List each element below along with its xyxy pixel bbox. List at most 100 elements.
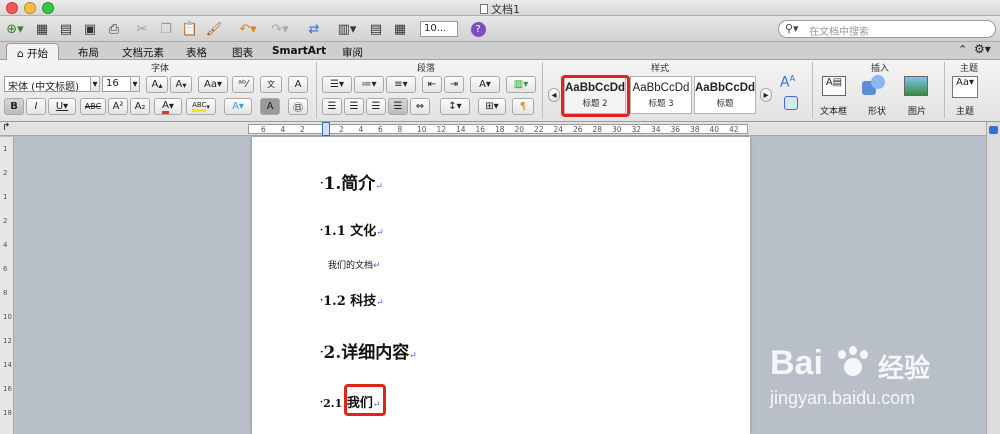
vertical-ruler[interactable]: 1 2 1 2 4 6 8 10 12 14 16 18 <box>0 137 14 434</box>
ruler-tick-label: 38 <box>690 125 700 134</box>
enclose-characters-button[interactable]: ㊐ <box>288 98 308 115</box>
tab-layout[interactable]: 布局 <box>68 43 109 60</box>
tab-home[interactable]: ⌂ 开始 <box>6 43 60 60</box>
italic-button[interactable]: I <box>26 98 46 115</box>
collapse-ribbon-icon[interactable]: ⌃ <box>958 43 967 56</box>
heading-2-culture[interactable]: ·1.1 文化↵ <box>320 220 384 239</box>
clear-formatting-button[interactable]: ᵃᵇ⁄ <box>232 76 254 93</box>
borders-button[interactable]: ⊞▾ <box>478 98 506 115</box>
vruler-tick-label: 12 <box>3 337 12 345</box>
style-title[interactable]: AaBbCcDd 标题 <box>694 76 756 114</box>
manage-styles-icon[interactable] <box>784 96 798 110</box>
text-direction-button[interactable]: A▾ <box>470 76 500 93</box>
increase-indent-button[interactable]: ⇥ <box>444 76 464 93</box>
help-icon[interactable]: ? <box>468 19 488 39</box>
change-case-button[interactable]: Aa▾ <box>198 76 228 93</box>
vruler-tick-label: 8 <box>3 289 8 297</box>
align-left-button[interactable]: ☰ <box>322 98 342 115</box>
font-name-dropdown-icon[interactable]: ▾ <box>90 76 100 92</box>
font-size-select[interactable]: 16 <box>102 76 132 92</box>
numbering-button[interactable]: ≔▾ <box>354 76 384 93</box>
align-right-button[interactable]: ☰ <box>366 98 386 115</box>
ruler-tick-label: 32 <box>631 125 642 134</box>
document-page[interactable]: ·1.简介↵ ·1.1 文化↵ 我们的文档↵ ·1.2 科技↵ ·2.详细内容↵… <box>252 137 750 434</box>
text-effects-button[interactable]: A▾ <box>224 98 252 115</box>
vruler-tick-label: 6 <box>3 265 8 273</box>
paste-icon[interactable]: 📋 <box>180 19 200 39</box>
vruler-tick-label: 2 <box>3 169 8 177</box>
superscript-button[interactable]: A² <box>108 98 128 115</box>
font-size-dropdown-icon[interactable]: ▾ <box>130 76 140 92</box>
print-icon[interactable]: ⎙ <box>104 19 124 39</box>
tab-tables[interactable]: 表格 <box>176 43 217 60</box>
zoom-select[interactable]: 10... <box>420 21 458 37</box>
highlight-button[interactable]: ABC ▾ <box>186 98 216 115</box>
cut-icon[interactable]: ✂ <box>132 19 152 39</box>
align-center-button[interactable]: ☰ <box>344 98 364 115</box>
search-input[interactable]: 在文档中搜索 <box>809 23 869 38</box>
columns-button[interactable]: ▥▾ <box>506 76 536 93</box>
tab-stop-icon[interactable]: ↱ <box>2 122 10 133</box>
toolbox-icon[interactable]: ▤ <box>366 19 386 39</box>
shapes-icon[interactable] <box>862 75 886 97</box>
search-field[interactable]: ⚲▾ 在文档中搜索 <box>778 20 996 38</box>
phonetic-guide-button[interactable]: 文 <box>260 76 282 93</box>
grow-font-button[interactable]: A ▴ <box>146 76 168 93</box>
tab-review[interactable]: 审阅 <box>332 43 373 60</box>
sidebar-icon[interactable]: ▥▾ <box>334 19 360 39</box>
ruler-tick-label: 18 <box>495 125 505 134</box>
textbox-icon[interactable]: A▤ <box>822 76 846 96</box>
styles-scroll-left-icon[interactable]: ◂ <box>548 88 560 102</box>
theme-icon[interactable]: Aa▾ <box>952 76 978 98</box>
font-color-button[interactable]: A ▾ <box>154 98 182 115</box>
heading-1-details[interactable]: ·2.详细内容↵ <box>320 338 417 363</box>
picture-label[interactable]: 图片 <box>908 104 926 117</box>
distributed-button[interactable]: ⇔ <box>410 98 430 115</box>
shrink-font-button[interactable]: A ▾ <box>170 76 192 93</box>
heading-1-intro[interactable]: ·1.简介↵ <box>320 169 383 194</box>
styles-pane-icon[interactable]: AA <box>780 74 795 91</box>
bullets-button[interactable]: ☰▾ <box>322 76 352 93</box>
show-hide-marks-button[interactable]: ¶ <box>512 98 534 115</box>
multilevel-list-button[interactable]: ≡▾ <box>386 76 416 93</box>
font-name-select[interactable]: 宋体 (中文标题) <box>4 76 98 92</box>
body-text[interactable]: 我们的文档↵ <box>328 258 381 271</box>
character-shading-button[interactable]: A <box>260 98 280 115</box>
watermark-brand: Bai <box>770 344 823 382</box>
theme-label[interactable]: 主题 <box>956 104 974 117</box>
show-formatting-icon[interactable]: ⇄ <box>304 19 324 39</box>
new-document-icon[interactable]: ⊕▾ <box>2 19 28 39</box>
styles-scroll-right-icon[interactable]: ▸ <box>760 88 772 102</box>
style-heading-3[interactable]: AaBbCcDd 标题 3 <box>630 76 692 114</box>
gallery-icon[interactable]: ▦ <box>32 19 52 39</box>
bold-button[interactable]: B <box>4 98 24 115</box>
textbox-label[interactable]: 文本框 <box>820 104 847 117</box>
search-icon: ⚲▾ <box>785 22 799 35</box>
picture-icon[interactable] <box>904 76 928 96</box>
tab-smartart[interactable]: SmartArt <box>262 43 336 60</box>
line-spacing-button[interactable]: ↕▾ <box>440 98 470 115</box>
tab-charts[interactable]: 图表 <box>222 43 263 60</box>
title-bar: 文档1 <box>0 0 1000 16</box>
tab-document-elements[interactable]: 文档元素 <box>112 43 174 60</box>
scrollbar-thumb[interactable] <box>989 126 998 134</box>
subscript-button[interactable]: A₂ <box>130 98 150 115</box>
justify-button[interactable]: ☰ <box>388 98 408 115</box>
standard-toolbar: ⊕▾ ▦ ▤ ▣ ⎙ ✂ ❐ 📋 🖌 ↶▾ ↷▾ ⇄ ▥▾ ▤ ▦ 10... … <box>0 16 1000 42</box>
indent-marker-icon[interactable] <box>322 122 330 136</box>
templates-icon[interactable]: ▤ <box>56 19 76 39</box>
underline-button[interactable]: U▾ <box>48 98 76 115</box>
undo-icon[interactable]: ↶▾ <box>234 19 262 39</box>
ribbon-settings-icon[interactable]: ⚙▾ <box>974 42 991 56</box>
decrease-indent-button[interactable]: ⇤ <box>422 76 442 93</box>
theme-group-label: 主题 <box>959 64 978 74</box>
format-painter-icon[interactable]: 🖌 <box>204 19 224 39</box>
copy-icon[interactable]: ❐ <box>156 19 176 39</box>
character-border-button[interactable]: A <box>288 76 308 93</box>
strikethrough-button[interactable]: ABC <box>80 98 106 115</box>
redo-icon[interactable]: ↷▾ <box>266 19 294 39</box>
media-browser-icon[interactable]: ▦ <box>390 19 410 39</box>
shapes-label[interactable]: 形状 <box>868 104 886 117</box>
save-icon[interactable]: ▣ <box>80 19 100 39</box>
heading-2-technology[interactable]: ·1.2 科技↵ <box>320 290 384 309</box>
